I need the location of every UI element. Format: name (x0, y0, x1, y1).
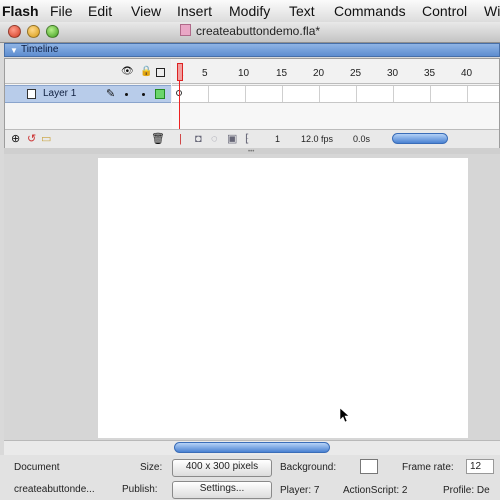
pencil-edit-icon: ✎ (106, 88, 116, 100)
timeline-panel-header[interactable]: ▼ Timeline (4, 43, 500, 57)
document-label: Document (14, 462, 60, 473)
show-hide-all-eye-icon[interactable]: 👁 (121, 67, 134, 77)
ruler-tick: 25 (350, 68, 362, 79)
menu-bar: Flash File Edit View Insert Modify Text … (0, 0, 500, 23)
frames-area[interactable]: 1 5 10 15 20 25 30 35 40 (172, 59, 499, 129)
timeline-panel: 👁 🔒 Layer 1 ✎ 1 5 10 15 20 25 30 35 40 ⊕ (4, 58, 500, 148)
mouse-pointer-icon (340, 408, 350, 423)
delete-layer-trash-icon[interactable]: 🗑 (151, 130, 165, 148)
ruler-tick: 20 (313, 68, 325, 79)
ruler-tick: 40 (461, 68, 473, 79)
size-label: Size: (140, 462, 163, 473)
ruler-tick: 15 (276, 68, 288, 79)
properties-panel: Document createabuttonde... Size: 400 x … (0, 455, 500, 500)
layer-outline-color-icon[interactable] (155, 89, 165, 99)
menu-edit[interactable]: Edit (88, 0, 112, 22)
collapse-triangle-icon[interactable]: ▼ (10, 45, 18, 57)
frame-rate-readout: 12.0 fps (301, 134, 334, 144)
document-name: createabuttonde... (14, 484, 95, 495)
background-label: Background: (280, 462, 337, 473)
menu-app-flash[interactable]: Flash (2, 0, 39, 22)
timeline-horizontal-scrollbar[interactable] (392, 133, 448, 144)
lock-dot-icon[interactable] (142, 93, 145, 96)
current-frame: 1 (275, 134, 281, 144)
stage-canvas[interactable] (98, 158, 468, 438)
document-size-button[interactable]: 400 x 300 pixels (172, 459, 272, 477)
fla-document-icon (179, 24, 191, 36)
layer-header: 👁 🔒 (5, 59, 171, 84)
menu-control[interactable]: Control (422, 0, 467, 22)
layer-name[interactable]: Layer 1 (43, 86, 76, 102)
modify-onion-markers-icon[interactable]: ⁅ (245, 130, 249, 148)
insert-folder-icon[interactable]: ▭ (41, 130, 51, 148)
window-title-text: createabuttondemo.fla* (195, 24, 321, 38)
onion-skin-icon[interactable]: ◘ (195, 130, 202, 148)
publish-label: Publish: (122, 484, 158, 495)
stage-horizontal-scrollbar[interactable] (4, 440, 500, 456)
layer-frame-row[interactable] (172, 85, 499, 103)
actionscript-version: ActionScript: 2 (343, 485, 408, 496)
menu-insert[interactable]: Insert (177, 0, 212, 22)
playhead-line (179, 81, 180, 129)
frame-rate-label: Frame rate: (402, 462, 454, 473)
edit-multiple-frames-icon[interactable]: ▣ (227, 130, 237, 148)
scrollbar-thumb[interactable] (174, 442, 330, 453)
add-motion-guide-icon[interactable]: ↺ (27, 130, 36, 148)
visibility-dot-icon[interactable] (125, 93, 128, 96)
ruler-tick: 10 (238, 68, 250, 79)
layer-page-icon (27, 89, 36, 99)
empty-frame-area (172, 103, 499, 129)
menu-window[interactable]: Wi (484, 0, 500, 22)
lock-all-icon[interactable]: 🔒 (140, 67, 152, 77)
workspace[interactable] (4, 154, 500, 440)
window-title-bar: createabuttondemo.fla* (0, 22, 500, 43)
menu-commands[interactable]: Commands (334, 0, 406, 22)
frame-ruler[interactable]: 1 5 10 15 20 25 30 35 40 (172, 59, 499, 84)
playhead[interactable] (177, 63, 183, 81)
menu-modify[interactable]: Modify (229, 0, 270, 22)
elapsed-time: 0.0s (353, 134, 371, 144)
menu-view[interactable]: View (131, 0, 161, 22)
ruler-tick: 30 (387, 68, 399, 79)
frame-rate-field[interactable]: 12 (466, 459, 494, 474)
timeline-status-bar: ⊕ ↺ ▭ 🗑 | ◘ ◌ ▣ ⁅ 1 12.0 fps 0.0s (5, 129, 499, 148)
timeline-panel-title: Timeline (21, 44, 59, 55)
center-frame-icon[interactable]: | (179, 130, 182, 148)
layer-row[interactable]: Layer 1 ✎ (5, 85, 171, 103)
publish-settings-button[interactable]: Settings... (172, 481, 272, 499)
background-color-swatch[interactable] (360, 459, 378, 474)
player-version: Player: 7 (280, 485, 320, 496)
outline-all-icon[interactable] (156, 68, 165, 77)
profile-label: Profile: De (443, 485, 490, 496)
onion-skin-outlines-icon[interactable]: ◌ (211, 130, 218, 148)
menu-text[interactable]: Text (289, 0, 315, 22)
ruler-tick: 5 (202, 68, 208, 79)
ruler-tick: 35 (424, 68, 436, 79)
window-title: createabuttondemo.fla* (0, 24, 500, 38)
menu-file[interactable]: File (50, 0, 73, 22)
insert-layer-icon[interactable]: ⊕ (11, 130, 20, 148)
